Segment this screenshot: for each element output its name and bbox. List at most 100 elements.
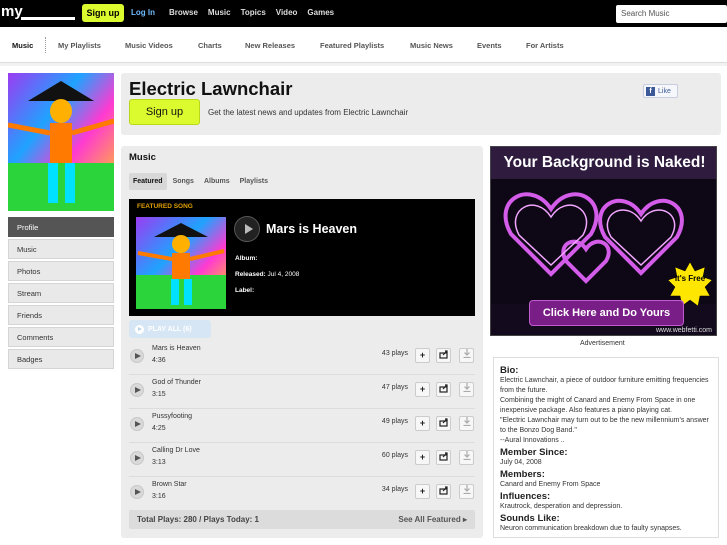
add-to-playlist-icon[interactable]: + (415, 382, 430, 397)
featured-song-cover[interactable] (136, 217, 226, 309)
top-nav-browse[interactable]: Browse (169, 8, 198, 17)
share-icon[interactable] (436, 348, 451, 363)
music-panel-title: Music (129, 152, 156, 163)
signup-tagline: Get the latest news and updates from Ele… (208, 108, 409, 117)
subnav-divider (45, 37, 46, 53)
download-icon[interactable] (459, 382, 474, 397)
track-play-icon[interactable] (130, 417, 144, 431)
side-menu-music[interactable]: Music (8, 239, 114, 259)
track-play-icon[interactable] (130, 383, 144, 397)
track-plays: 34 plays (381, 486, 408, 493)
ad-url: www.webfetti.com (655, 327, 712, 334)
share-icon[interactable] (436, 416, 451, 431)
music-subnav: Music My Playlists Music Videos Charts N… (0, 27, 727, 63)
add-to-playlist-icon[interactable]: + (415, 484, 430, 499)
download-icon[interactable] (459, 450, 474, 465)
see-all-featured-link[interactable]: See All Featured ▸ (398, 515, 467, 524)
side-menu-photos[interactable]: Photos (8, 261, 114, 281)
bio-text: --Aural Innovations .. (500, 437, 565, 444)
album-meta: Album: (235, 255, 258, 262)
subnav-charts[interactable]: Charts (198, 41, 222, 50)
ad-headline: Your Background is Naked! (491, 147, 716, 179)
play-all-label: PLAY ALL (6) (148, 325, 192, 333)
side-menu-stream[interactable]: Stream (8, 283, 114, 303)
track-play-icon[interactable] (130, 349, 144, 363)
track-plays: 47 plays (381, 384, 408, 391)
track-row: Calling Dr Love 3:13 60 plays + (129, 445, 475, 477)
label-meta: Label: (235, 287, 255, 294)
track-plays: 60 plays (381, 452, 408, 459)
top-nav-music[interactable]: Music (208, 8, 231, 17)
tab-albums[interactable]: Albums (200, 173, 234, 190)
track-name[interactable]: Brown Star (152, 481, 187, 488)
subnav-for-artists[interactable]: For Artists (526, 41, 564, 50)
subnav-my-playlists[interactable]: My Playlists (58, 41, 101, 50)
like-label: Like (658, 87, 671, 95)
featured-song-title[interactable]: Mars is Heaven (266, 222, 357, 236)
download-icon[interactable] (459, 484, 474, 499)
bio-panel: Bio: Electric Lawnchair, a piece of outd… (493, 357, 719, 538)
top-nav-games[interactable]: Games (307, 8, 334, 17)
add-to-playlist-icon[interactable]: + (415, 450, 430, 465)
play-all-icon (135, 324, 144, 334)
subnav-featured-playlists[interactable]: Featured Playlists (320, 41, 384, 50)
add-to-playlist-icon[interactable]: + (415, 416, 430, 431)
share-icon[interactable] (436, 450, 451, 465)
profile-signup-button[interactable]: Sign up (129, 99, 200, 125)
track-name[interactable]: Mars is Heaven (152, 345, 201, 352)
tab-playlists[interactable]: Playlists (236, 173, 272, 190)
track-row: Pussyfooting 4:25 49 plays + (129, 411, 475, 443)
track-duration: 3:15 (152, 391, 166, 398)
tab-featured[interactable]: Featured (129, 173, 167, 190)
share-icon[interactable] (436, 382, 451, 397)
side-menu-profile[interactable]: Profile (8, 217, 114, 237)
bio-text: Combining the might of Canard and Enemy … (500, 397, 696, 414)
track-name[interactable]: Pussyfooting (152, 413, 192, 420)
side-menu-comments[interactable]: Comments (8, 327, 114, 347)
subnav-new-releases[interactable]: New Releases (245, 41, 295, 50)
subnav-music-news[interactable]: Music News (410, 41, 453, 50)
bio-text: Electric Lawnchair, a piece of outdoor f… (500, 377, 709, 394)
login-link[interactable]: Log In (131, 8, 155, 17)
top-signup-button[interactable]: Sign up (82, 4, 124, 22)
track-name[interactable]: Calling Dr Love (152, 447, 200, 454)
subnav-music[interactable]: Music (12, 41, 33, 50)
search-input[interactable]: Search Music (616, 5, 727, 23)
ad-cta-button[interactable]: Click Here and Do Yours (529, 300, 684, 326)
logo-underline (21, 17, 75, 20)
play-all-button[interactable]: PLAY ALL (6) (129, 320, 211, 338)
influences-heading: Influences: (500, 491, 551, 502)
download-icon[interactable] (459, 348, 474, 363)
sounds-like-value: Neuron communication breakdown due to fa… (500, 525, 682, 532)
track-row: Mars is Heaven 4:36 43 plays + (129, 343, 475, 375)
top-nav-topics[interactable]: Topics (241, 8, 266, 17)
advertisement-banner[interactable]: Your Background is Naked! It's Free Clic… (490, 146, 717, 336)
side-menu-friends[interactable]: Friends (8, 305, 114, 325)
artist-name: Electric Lawnchair (129, 78, 293, 99)
track-play-icon[interactable] (130, 451, 144, 465)
sounds-like-heading: Sounds Like: (500, 513, 560, 524)
track-row: Brown Star 3:16 34 plays + (129, 479, 475, 511)
facebook-like-button[interactable]: f Like (643, 84, 678, 98)
track-row: God of Thunder 3:15 47 plays + (129, 377, 475, 409)
bio-heading: Bio: (500, 365, 519, 376)
members-value[interactable]: Canard and Enemy From Space (500, 480, 712, 490)
download-icon[interactable] (459, 416, 474, 431)
artist-profile-photo[interactable] (8, 73, 114, 211)
top-nav: Browse Music Topics Video Games (169, 8, 334, 17)
add-to-playlist-icon[interactable]: + (415, 348, 430, 363)
influences-value: Krautrock, desperation and depression. (500, 503, 623, 510)
track-duration: 3:13 (152, 459, 166, 466)
subnav-music-videos[interactable]: Music Videos (125, 41, 173, 50)
subnav-events[interactable]: Events (477, 41, 502, 50)
share-icon[interactable] (436, 484, 451, 499)
bio-text: "Electric Lawnchair may turn out to be t… (500, 417, 709, 434)
featured-play-icon[interactable] (234, 216, 260, 242)
tab-songs[interactable]: Songs (169, 173, 198, 190)
track-play-icon[interactable] (130, 485, 144, 499)
logo-text: my (1, 3, 23, 20)
track-name[interactable]: God of Thunder (152, 379, 201, 386)
top-nav-video[interactable]: Video (276, 8, 298, 17)
advertisement-label: Advertisement (580, 340, 625, 347)
side-menu-badges[interactable]: Badges (8, 349, 114, 369)
